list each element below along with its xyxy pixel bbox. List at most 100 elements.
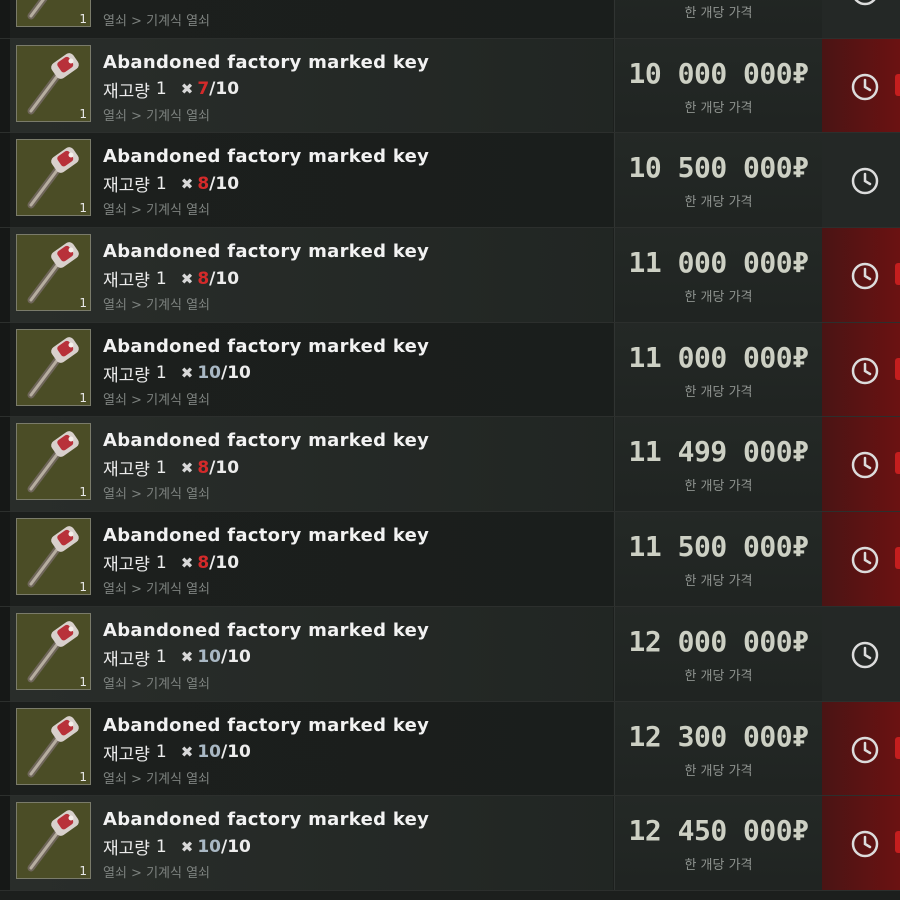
durability-max: /10: [209, 552, 240, 573]
row-edge: [0, 38, 10, 133]
clock-icon[interactable]: [850, 450, 880, 484]
purchase-action[interactable]: [822, 701, 900, 796]
clock-icon[interactable]: [850, 545, 880, 579]
buy-button-edge[interactable]: [895, 452, 900, 475]
buy-button-edge[interactable]: [895, 73, 900, 96]
offer-info[interactable]: 1 Abandoned factory marked key 재고량 1 ✖ 1…: [10, 796, 613, 890]
ruble-icon: ₽: [792, 151, 809, 185]
offer-info[interactable]: 1 열쇠 > 기계식 열쇠: [10, 0, 613, 38]
buy-button-edge[interactable]: [895, 547, 900, 570]
row-edge: [0, 417, 10, 512]
stock-count: 1: [155, 552, 167, 573]
purchase-action[interactable]: [822, 228, 900, 322]
wrench-icon: ✖: [180, 648, 194, 667]
offer-row[interactable]: 1 Abandoned factory marked key 재고량 1 ✖ 1…: [0, 322, 900, 418]
price-cell: 10 500 000₽ 한 개당 가격: [614, 133, 822, 228]
purchase-action[interactable]: [822, 0, 900, 38]
purchase-action[interactable]: [822, 133, 900, 228]
stock-line: 재고량 1 ✖ 8 /10: [103, 171, 239, 197]
item-thumbnail[interactable]: 1: [16, 423, 91, 501]
offer-info[interactable]: 1 Abandoned factory marked key 재고량 1 ✖ 1…: [10, 606, 613, 701]
clock-icon[interactable]: [850, 640, 880, 674]
buy-button-edge[interactable]: [895, 357, 900, 380]
price: 10 000 000₽: [615, 57, 822, 90]
purchase-action[interactable]: [822, 606, 900, 701]
offer-info[interactable]: 1 Abandoned factory marked key 재고량 1 ✖ 8…: [10, 512, 613, 606]
offer-row[interactable]: 1 Abandoned factory marked key 재고량 1 ✖ 8…: [0, 228, 900, 323]
offer-row[interactable]: 1 열쇠 > 기계식 열쇠 한 개당 가격: [0, 0, 900, 39]
offer-row[interactable]: 1 Abandoned factory marked key 재고량 1 ✖ 1…: [0, 796, 900, 891]
item-name: Abandoned factory marked key: [103, 51, 430, 73]
offer-row[interactable]: 1 Abandoned factory marked key 재고량 1 ✖ 8…: [0, 133, 900, 229]
durability-current: 8: [197, 457, 210, 478]
ruble-icon: ₽: [792, 246, 809, 280]
clock-icon[interactable]: [850, 166, 880, 200]
offer-info[interactable]: 1 Abandoned factory marked key 재고량 1 ✖ 8…: [10, 417, 613, 512]
item-category: 열쇠 > 기계식 열쇠: [103, 203, 211, 219]
buy-button-edge[interactable]: [895, 263, 900, 286]
stock-label: 재고량: [103, 176, 150, 197]
thumb-count: 1: [79, 769, 87, 784]
ruble-icon: ₽: [792, 814, 809, 848]
price-per-unit-label: 한 개당 가격: [684, 574, 753, 590]
purchase-action[interactable]: [822, 796, 900, 890]
ruble-icon: ₽: [792, 56, 809, 90]
buy-button-edge[interactable]: [895, 736, 900, 759]
wrench-icon: ✖: [180, 458, 194, 477]
price: 11 499 000₽: [615, 435, 822, 468]
row-edge: [0, 322, 10, 417]
offer-info[interactable]: 1 Abandoned factory marked key 재고량 1 ✖ 1…: [10, 701, 613, 796]
clock-icon[interactable]: [850, 829, 880, 863]
stock-count: 1: [155, 79, 167, 100]
thumb-count: 1: [79, 12, 87, 26]
durability-max: /10: [209, 457, 240, 478]
price-cell: 11 500 000₽ 한 개당 가격: [614, 512, 822, 606]
clock-icon[interactable]: [850, 0, 880, 11]
offer-info[interactable]: 1 Abandoned factory marked key 재고량 1 ✖ 1…: [10, 322, 613, 417]
offer-row[interactable]: 1 Abandoned factory marked key 재고량 1 ✖ 7…: [0, 38, 900, 134]
item-category: 열쇠 > 기계식 열쇠: [103, 108, 211, 124]
price-per-unit-label: 한 개당 가격: [684, 668, 753, 684]
offer-row[interactable]: 1 Abandoned factory marked key 재고량 1 ✖ 1…: [0, 701, 900, 797]
item-thumbnail[interactable]: 1: [16, 612, 91, 690]
purchase-action[interactable]: [822, 417, 900, 512]
durability-current: 8: [197, 268, 210, 289]
price-value: 11 500 000: [628, 530, 793, 564]
item-thumbnail[interactable]: 1: [16, 0, 91, 27]
item-thumbnail[interactable]: 1: [16, 802, 91, 880]
offer-info[interactable]: 1 Abandoned factory marked key 재고량 1 ✖ 7…: [10, 38, 613, 133]
stock-line: 재고량 1 ✖ 10 /10: [103, 361, 251, 386]
stock-count: 1: [155, 363, 167, 384]
price-cell: 12 450 000₽ 한 개당 가격: [614, 796, 822, 890]
clock-icon[interactable]: [850, 261, 880, 295]
item-thumbnail[interactable]: 1: [16, 518, 91, 596]
stock-label: 재고량: [103, 649, 150, 670]
item-category: 열쇠 > 기계식 열쇠: [103, 582, 211, 598]
offer-row[interactable]: 1 Abandoned factory marked key 재고량 1 ✖ 8…: [0, 417, 900, 513]
buy-button-edge[interactable]: [895, 831, 900, 854]
purchase-action[interactable]: [822, 38, 900, 133]
item-thumbnail[interactable]: 1: [16, 707, 91, 785]
purchase-action[interactable]: [822, 322, 900, 417]
offer-info[interactable]: 1 Abandoned factory marked key 재고량 1 ✖ 8…: [10, 228, 613, 322]
clock-icon[interactable]: [850, 72, 880, 106]
item-thumbnail[interactable]: 1: [16, 234, 91, 312]
item-thumbnail[interactable]: 1: [16, 44, 91, 122]
item-name: Abandoned factory marked key: [103, 714, 430, 736]
item-thumbnail[interactable]: 1: [16, 328, 91, 406]
row-edge: [0, 0, 10, 38]
price-cell: 12 000 000₽ 한 개당 가격: [614, 606, 822, 701]
offer-row[interactable]: 1 Abandoned factory marked key 재고량 1 ✖ 8…: [0, 512, 900, 607]
item-thumbnail[interactable]: 1: [16, 139, 91, 217]
stock-count: 1: [155, 268, 167, 289]
stock-line: 재고량 1 ✖ 10 /10: [103, 834, 251, 860]
price: 11 500 000₽: [615, 530, 822, 563]
offer-row[interactable]: 1 Abandoned factory marked key 재고량 1 ✖ 1…: [0, 606, 900, 702]
ruble-icon: ₽: [792, 624, 809, 658]
clock-icon[interactable]: [850, 735, 880, 769]
price-per-unit-label: 한 개당 가격: [684, 290, 753, 306]
item-name: Abandoned factory marked key: [103, 146, 430, 168]
offer-info[interactable]: 1 Abandoned factory marked key 재고량 1 ✖ 8…: [10, 133, 613, 228]
clock-icon[interactable]: [850, 356, 880, 390]
purchase-action[interactable]: [822, 512, 900, 606]
